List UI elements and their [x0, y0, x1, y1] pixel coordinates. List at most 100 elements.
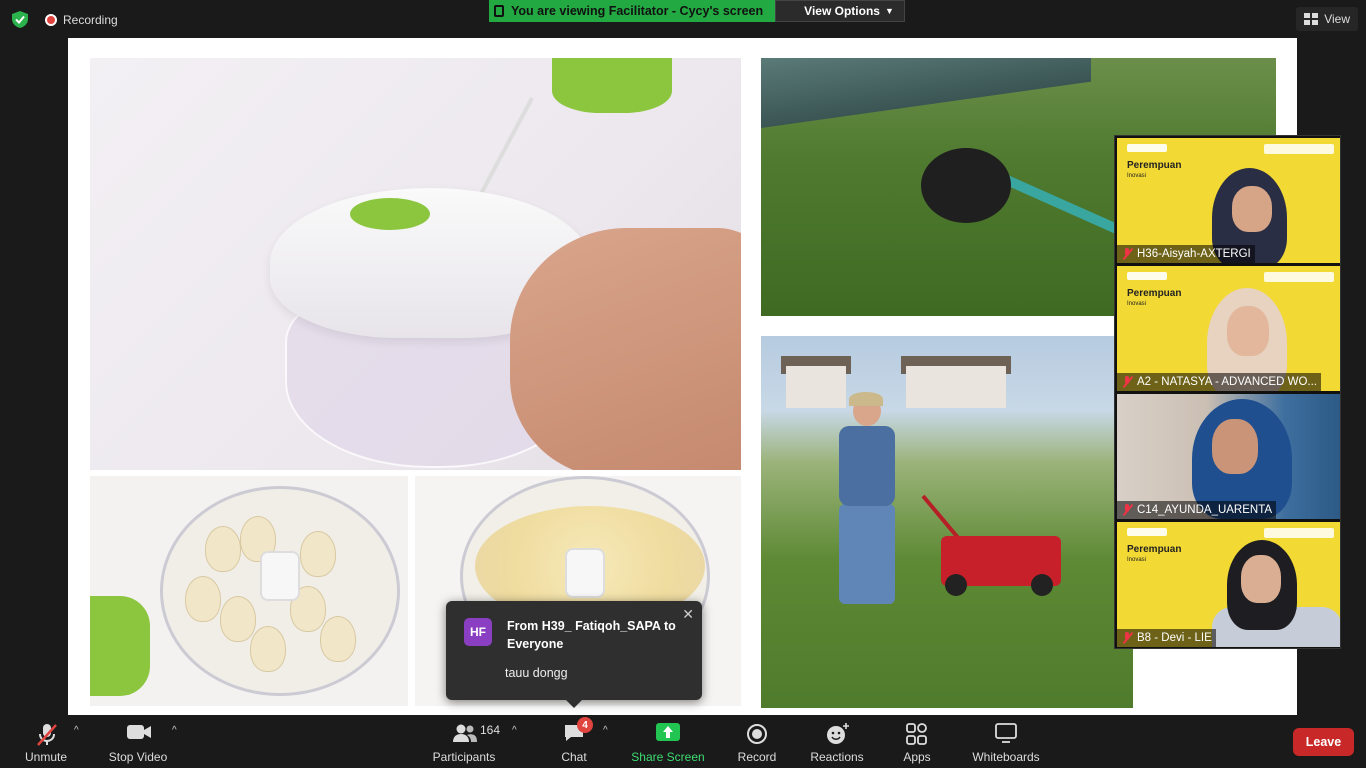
house — [906, 366, 1006, 408]
top-bar: Recording You are viewing Facilitator - … — [0, 0, 1366, 38]
pull-cord-handle — [552, 58, 672, 113]
leave-button[interactable]: Leave — [1293, 728, 1354, 756]
center-post — [565, 548, 605, 598]
participant-tile[interactable]: Perempuan Inovasi A2 - NATASYA - ADVANCE… — [1117, 266, 1340, 391]
face — [1227, 306, 1269, 356]
recording-label: Recording — [63, 13, 118, 27]
reactions-button[interactable]: Reactions — [808, 721, 866, 765]
whiteboards-button[interactable]: Whiteboards — [970, 721, 1042, 765]
record-button[interactable]: Record — [734, 721, 780, 765]
chevron-down-icon: ▼ — [884, 6, 894, 16]
zoom-meeting-window: Recording You are viewing Facilitator - … — [0, 0, 1366, 768]
video-camera-icon — [127, 725, 151, 739]
video-gallery[interactable]: Perempuan Inovasi H36-Aisyah-AXTERGI Per… — [1114, 135, 1341, 649]
clove — [320, 616, 356, 662]
food-chopper-photo — [90, 58, 741, 470]
participant-name: H36-Aisyah-AXTERGI — [1137, 248, 1251, 260]
participant-name: B8 - Devi - LIE — [1137, 632, 1212, 644]
face — [1212, 419, 1258, 474]
share-screen-label: Share Screen — [631, 750, 705, 764]
sender-avatar: HF — [464, 618, 492, 646]
banner-text: Perempuan Inovasi — [1127, 160, 1181, 182]
brand-logo — [1127, 144, 1167, 152]
muted-microphone-icon — [37, 724, 57, 746]
reactions-label: Reactions — [810, 750, 864, 764]
participants-options-caret-icon[interactable]: ^ — [512, 725, 517, 736]
record-icon — [747, 724, 767, 744]
face — [1241, 555, 1281, 603]
stop-video-label: Stop Video — [108, 750, 168, 764]
banner-text: Perempuan Inovasi — [1127, 288, 1181, 310]
muted-mic-icon — [1121, 376, 1133, 388]
stop-video-button[interactable]: Stop Video — [104, 721, 172, 765]
video-options-caret-icon[interactable]: ^ — [172, 725, 177, 736]
chat-unread-badge: 4 — [577, 717, 593, 733]
garlic-cloves-photo — [90, 476, 408, 706]
participant-name-label: C14_AYUNDA_UARENTA — [1117, 501, 1277, 519]
center-post — [260, 551, 300, 601]
participant-tile[interactable]: C14_AYUNDA_UARENTA — [1117, 394, 1340, 519]
participants-icon — [453, 724, 477, 742]
viewing-screen-text: You are viewing Facilitator - Cycy's scr… — [511, 4, 764, 18]
unmute-button[interactable]: Unmute — [18, 721, 74, 765]
chat-options-caret-icon[interactable]: ^ — [603, 725, 608, 736]
mower-wheel — [1031, 574, 1053, 596]
apps-button[interactable]: Apps — [898, 721, 936, 765]
legs — [839, 504, 895, 604]
chat-label: Chat — [561, 750, 587, 764]
participant-tile[interactable]: Perempuan Inovasi B8 - Devi - LIE — [1117, 522, 1340, 647]
screen-share-icon — [494, 5, 504, 17]
muted-mic-icon — [1121, 632, 1133, 644]
mower-wheel — [945, 574, 967, 596]
security-shield-icon[interactable] — [12, 11, 28, 28]
share-screen-arrow-icon — [656, 723, 680, 741]
banner-title: Perempuan — [1127, 288, 1182, 299]
chat-message: tauu dongg — [505, 666, 568, 680]
sponsor-logos — [1264, 272, 1334, 282]
viewing-screen-notice: You are viewing Facilitator - Cycy's scr… — [489, 0, 776, 22]
clove — [220, 596, 256, 642]
close-icon[interactable]: ✕ — [682, 606, 694, 623]
torso — [839, 426, 895, 506]
record-label: Record — [737, 750, 777, 764]
chopper-green-button — [350, 198, 430, 230]
banner-subtitle: Inovasi — [1127, 173, 1147, 179]
banner-title: Perempuan — [1127, 160, 1182, 171]
recording-indicator[interactable]: Recording — [45, 12, 118, 28]
clove — [185, 576, 221, 622]
brand-logo — [1127, 528, 1167, 536]
unmute-label: Unmute — [24, 750, 68, 764]
grid-view-icon — [1304, 13, 1319, 25]
audio-options-caret-icon[interactable]: ^ — [74, 725, 79, 736]
meeting-toolbar: Unmute ^ Stop Video ^ 164 Participants ^ — [0, 715, 1366, 768]
share-screen-button[interactable]: Share Screen — [630, 721, 706, 765]
clove — [205, 526, 241, 572]
green-lid-edge — [90, 596, 150, 696]
participant-name: C14_AYUNDA_UARENTA — [1137, 504, 1273, 516]
banner-text: Perempuan Inovasi — [1127, 544, 1181, 566]
muted-mic-icon — [1121, 504, 1133, 516]
brand-logo — [1127, 272, 1167, 280]
hand — [510, 228, 741, 470]
chat-sender: From H39_ Fatiqoh_SAPA to Everyone — [507, 619, 676, 651]
participant-name-label: A2 - NATASYA - ADVANCED WO... — [1117, 373, 1321, 391]
chat-notification-toast[interactable]: HF From H39_ Fatiqoh_SAPA to Everyone ta… — [446, 601, 702, 708]
smiley-plus-icon — [827, 723, 849, 744]
lawn-mower-photo — [761, 336, 1133, 708]
park-bench — [761, 58, 1091, 129]
view-options-button[interactable]: View Options ▼ — [775, 0, 905, 22]
participant-tile[interactable]: Perempuan Inovasi H36-Aisyah-AXTERGI — [1117, 138, 1340, 263]
participants-button[interactable]: 164 Participants — [430, 721, 500, 765]
banner-title: Perempuan — [1127, 544, 1182, 555]
recording-dot-icon — [45, 14, 57, 26]
whiteboards-label: Whiteboards — [972, 750, 1040, 764]
participant-name-label: B8 - Devi - LIE — [1117, 629, 1216, 647]
participants-label: Participants — [432, 750, 496, 764]
view-options-label: View Options — [804, 4, 880, 18]
apps-label: Apps — [903, 750, 931, 764]
view-button[interactable]: View — [1296, 7, 1358, 31]
chat-button[interactable]: 4 Chat — [555, 717, 593, 765]
cap — [849, 392, 883, 406]
man-pushing-mower — [831, 392, 901, 606]
apps-grid-icon — [906, 723, 927, 745]
